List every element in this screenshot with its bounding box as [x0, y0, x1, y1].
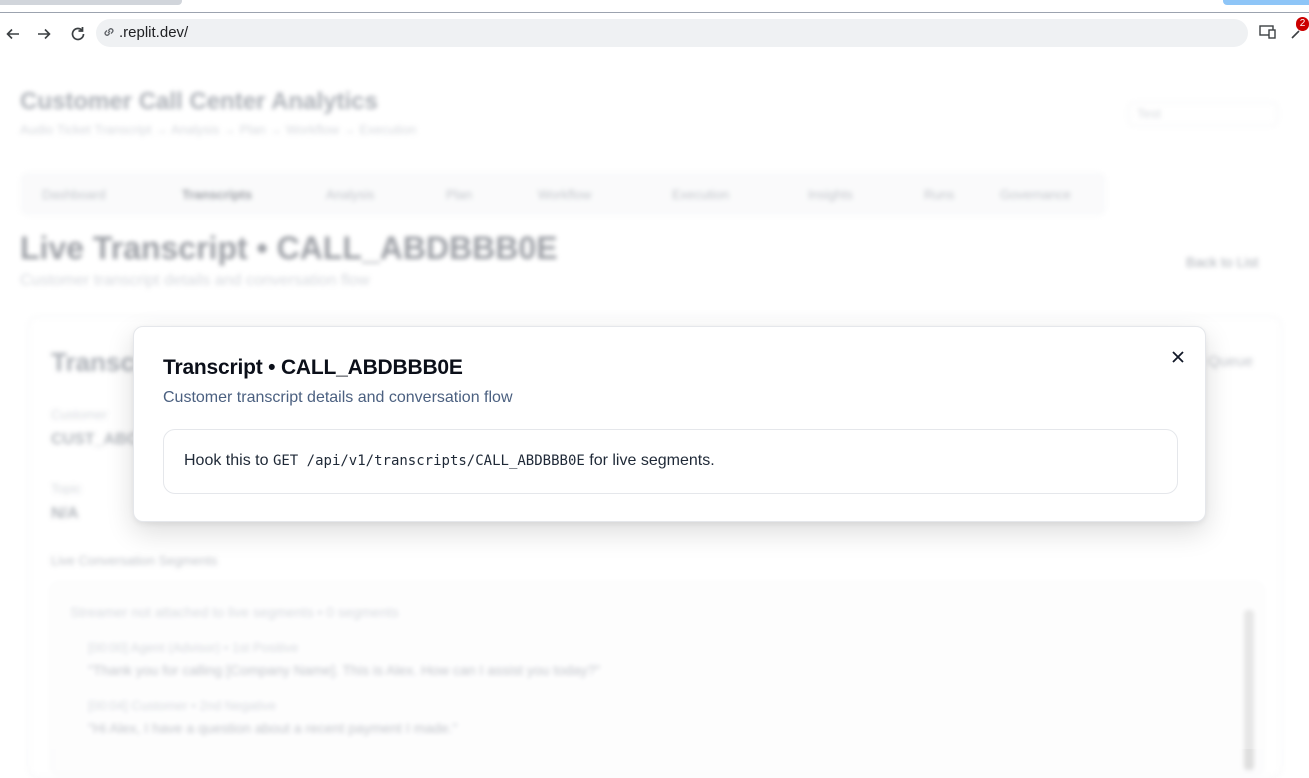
arrow-right-icon [38, 28, 51, 40]
reload-icon [71, 27, 85, 41]
browser-tab-strip [0, 0, 1309, 13]
url-text: .replit.dev/ [119, 24, 189, 41]
devices-icon [1259, 25, 1276, 39]
back-button[interactable] [0, 21, 26, 47]
close-button[interactable] [1166, 345, 1190, 369]
browser-action-button[interactable] [1223, 0, 1309, 5]
transcript-dialog: Transcript • CALL_ABDBBB0E Customer tran… [133, 326, 1206, 522]
link-icon [104, 28, 114, 36]
close-icon [1172, 351, 1184, 363]
hint-prefix: Hook this to [184, 452, 273, 469]
api-hint-box: Hook this to GET /api/v1/transcripts/CAL… [163, 429, 1178, 494]
extension-button[interactable]: 2 [1289, 17, 1309, 46]
hint-suffix: for live segments. [584, 452, 715, 469]
dialog-subtitle: Customer transcript details and conversa… [163, 389, 513, 406]
cast-button[interactable] [1258, 23, 1278, 46]
browser-toolbar: .replit.dev/ 2 [0, 13, 1309, 55]
dialog-title: Transcript • CALL_ABDBBB0E [163, 356, 463, 379]
api-hint-text: Hook this to GET /api/v1/transcripts/CAL… [184, 452, 715, 470]
reload-button[interactable] [65, 21, 91, 47]
forward-button[interactable] [31, 21, 57, 47]
arrow-left-icon [6, 28, 19, 40]
api-endpoint: GET /api/v1/transcripts/CALL_ABDBBB0E [272, 453, 585, 469]
browser-tab[interactable] [0, 0, 182, 5]
address-bar[interactable]: .replit.dev/ [96, 19, 1248, 47]
extension-badge: 2 [1296, 17, 1309, 31]
